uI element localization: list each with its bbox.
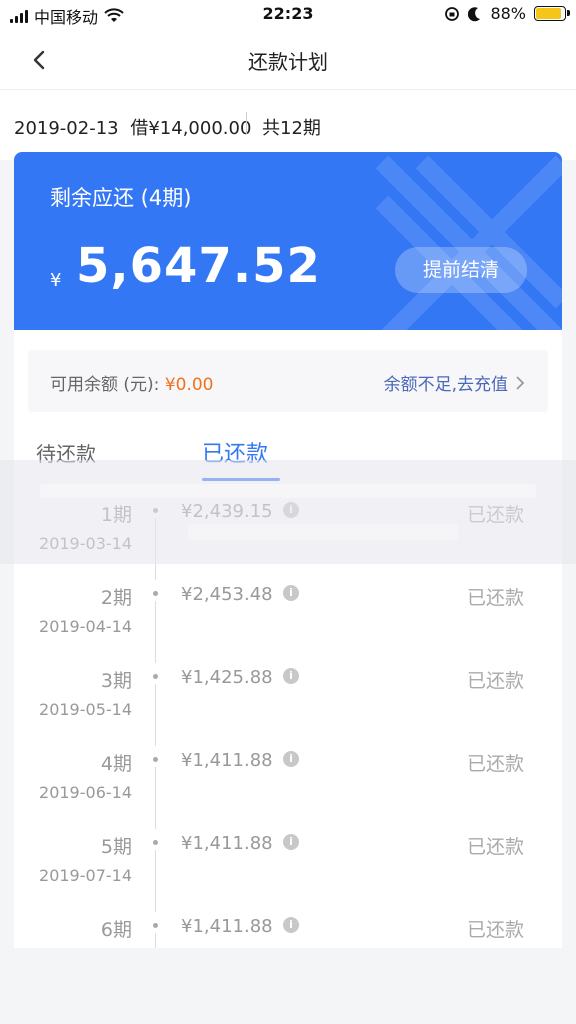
due-date: 2019-06-14: [39, 783, 132, 802]
status-right: 88%: [444, 4, 570, 23]
total-periods: 共12期: [262, 118, 321, 139]
bottom-background: [0, 948, 576, 1024]
list-item[interactable]: 5期 2019-07-14 ¥1,411.88 i 已还款: [14, 826, 562, 912]
divider: [246, 112, 247, 134]
remaining-label: 剩余应还 (4期): [50, 186, 192, 210]
due-date: 2019-04-14: [39, 617, 132, 636]
timeline-dot: [153, 674, 158, 679]
list-item[interactable]: 6期 ¥1,411.88 i 已还款: [14, 909, 562, 949]
loan-summary: 2019-02-13 借¥14,000.00 共12期: [0, 90, 576, 160]
loan-amount: 借¥14,000.00: [130, 118, 252, 139]
period-label: 1期: [100, 504, 132, 526]
due-date: 2019-05-14: [39, 700, 132, 719]
card-decoration: [375, 155, 562, 330]
recharge-link[interactable]: 余额不足,去充值: [384, 370, 526, 395]
period-amount: ¥2,453.48: [181, 584, 273, 605]
tab-pending[interactable]: 待还款: [36, 438, 96, 467]
status-label: 已还款: [466, 504, 524, 526]
info-icon[interactable]: i: [283, 751, 299, 767]
status-bar: 中国移动 22:23 88%: [0, 0, 576, 30]
tab-bar: 待还款 已还款: [14, 430, 562, 481]
balance-value: ¥0.00: [164, 375, 214, 395]
timeline-line: [155, 601, 156, 663]
period-label: 6期: [100, 919, 132, 941]
period-label: 5期: [100, 836, 132, 858]
period-amount: ¥1,425.88: [181, 667, 273, 688]
period-amount: ¥2,439.15: [181, 501, 273, 522]
timeline-line: [155, 518, 156, 580]
loan-date: 2019-02-13: [14, 118, 119, 139]
tab-active-indicator: [202, 478, 280, 481]
period-label: 4期: [100, 753, 132, 775]
currency-symbol: ¥: [50, 270, 62, 291]
period-label: 3期: [100, 670, 132, 692]
timeline-line: [155, 850, 156, 912]
tab-paid[interactable]: 已还款: [202, 436, 268, 468]
recharge-link-label: 余额不足,去充值: [383, 375, 508, 395]
timeline-dot: [153, 508, 158, 513]
info-icon[interactable]: i: [283, 834, 299, 850]
remaining-card: 剩余应还 (4期) ¥ 5,647.52 提前结清: [14, 152, 562, 330]
period-amount: ¥1,411.88: [181, 833, 273, 854]
navigation-bar: 还款计划: [0, 30, 576, 90]
list-item[interactable]: 3期 2019-05-14 ¥1,425.88 i 已还款: [14, 660, 562, 746]
period-label: 2期: [100, 587, 132, 609]
prepay-button[interactable]: 提前结清: [395, 247, 527, 293]
balance-label: 可用余额 (元):: [50, 375, 160, 395]
info-icon[interactable]: i: [283, 585, 299, 601]
list-item[interactable]: 4期 2019-06-14 ¥1,411.88 i 已还款: [14, 743, 562, 829]
timeline-dot: [153, 757, 158, 762]
due-date: 2019-03-14: [39, 534, 132, 553]
chevron-right-icon: [516, 375, 525, 390]
timeline-dot: [153, 923, 158, 928]
status-label: 已还款: [466, 753, 524, 775]
status-label: 已还款: [466, 836, 524, 858]
battery-percent: 88%: [490, 4, 526, 23]
timeline-line: [155, 684, 156, 746]
repayment-content: 可用余额 (元): ¥0.00 余额不足,去充值 待还款 已还款 1期 2019…: [14, 330, 562, 949]
timeline-dot: [153, 840, 158, 845]
balance-label-group: 可用余额 (元): ¥0.00: [50, 370, 213, 395]
page-title: 还款计划: [248, 50, 328, 74]
timeline-line: [155, 933, 156, 949]
timeline-line: [155, 767, 156, 829]
due-date: 2019-07-14: [39, 866, 132, 885]
list-item[interactable]: 1期 2019-03-14 ¥2,439.15 i 已还款: [14, 494, 562, 580]
status-label: 已还款: [466, 919, 524, 941]
status-label: 已还款: [466, 587, 524, 609]
battery-icon: [534, 6, 570, 21]
remaining-amount: 5,647.52: [76, 238, 321, 294]
rotation-lock-icon: [445, 6, 460, 21]
period-amount: ¥1,411.88: [181, 916, 273, 937]
info-icon[interactable]: i: [283, 668, 299, 684]
info-icon[interactable]: i: [283, 917, 299, 933]
balance-box: 可用余额 (元): ¥0.00 余额不足,去充值: [28, 350, 548, 412]
list-item[interactable]: 2期 2019-04-14 ¥2,453.48 i 已还款: [14, 577, 562, 663]
status-label: 已还款: [466, 670, 524, 692]
loan-date-amount: 2019-02-13 借¥14,000.00: [14, 114, 251, 140]
period-amount: ¥1,411.88: [181, 750, 273, 771]
moon-icon: [468, 6, 481, 21]
info-icon[interactable]: i: [283, 502, 299, 518]
timeline-dot: [153, 591, 158, 596]
